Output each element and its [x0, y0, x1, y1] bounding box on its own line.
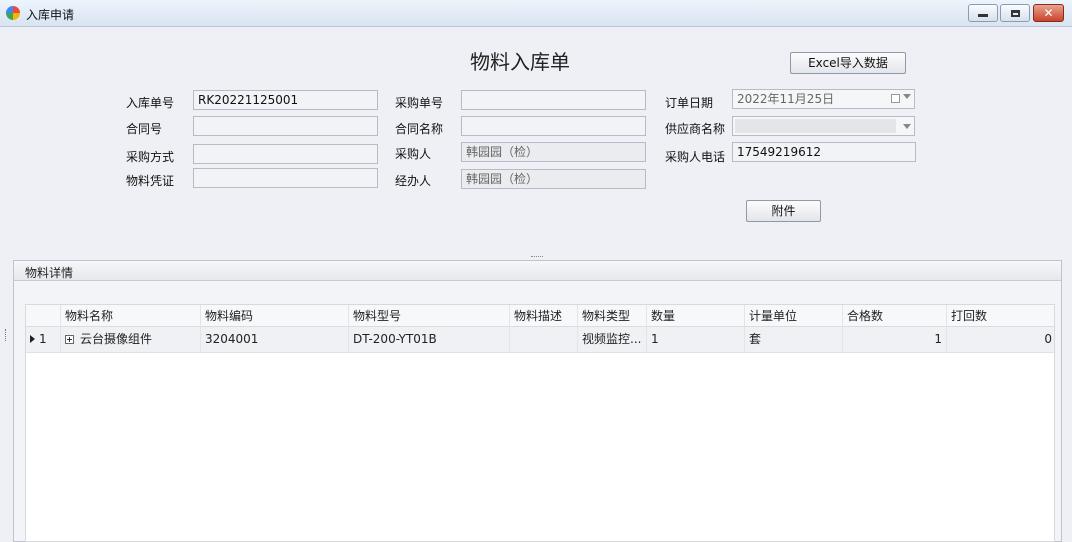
purchaser-label: 采购人 — [395, 147, 432, 161]
attachment-button[interactable]: 附件 — [746, 200, 821, 222]
row-index: 1 — [39, 332, 47, 346]
cell-returned[interactable]: 0 — [947, 327, 1054, 352]
purchase-method-label: 采购方式 — [126, 150, 175, 164]
material-voucher-label: 物料凭证 — [126, 174, 175, 188]
inbound-no-label: 入库单号 — [126, 96, 175, 110]
details-group-header: 物料详情 — [14, 261, 1061, 281]
cell-model[interactable]: DT-200-YT01B — [349, 327, 510, 352]
column-header-model[interactable]: 物料型号 — [349, 305, 510, 327]
column-header-code[interactable]: 物料编码 — [201, 305, 349, 327]
materials-grid: 物料名称 物料编码 物料型号 物料描述 物料类型 数量 计量单位 合格数 打回数… — [25, 304, 1055, 542]
minimize-button[interactable] — [968, 4, 998, 22]
calendar-icon[interactable] — [891, 94, 900, 103]
window-title: 入库申请 — [26, 8, 75, 22]
details-group-title: 物料详情 — [25, 266, 74, 280]
column-header-unit[interactable]: 计量单位 — [745, 305, 843, 327]
cell-code[interactable]: 3204001 — [201, 327, 349, 352]
handler-field[interactable]: 韩园园（检） — [461, 169, 646, 189]
expand-plus-icon[interactable] — [65, 335, 74, 344]
order-date-picker[interactable]: 2022年11月25日 — [732, 89, 915, 109]
row-indicator-icon — [30, 335, 35, 343]
column-header-qualified[interactable]: 合格数 — [843, 305, 947, 327]
material-voucher-field[interactable] — [193, 168, 378, 188]
chevron-down-icon[interactable] — [903, 94, 911, 99]
contract-name-field[interactable] — [461, 116, 646, 136]
contract-name-label: 合同名称 — [395, 122, 444, 136]
window-titlebar: 入库申请 ✕ — [0, 0, 1072, 27]
maximize-icon — [1010, 9, 1020, 17]
chevron-down-icon[interactable] — [903, 124, 911, 129]
order-date-value: 2022年11月25日 — [737, 92, 835, 106]
purchase-method-field[interactable] — [193, 144, 378, 164]
supplier-name-select[interactable] — [732, 116, 915, 136]
purchaser-phone-label: 采购人电话 — [665, 150, 726, 164]
purchaser-phone-field[interactable]: 17549219612 — [732, 142, 916, 162]
cell-type[interactable]: 视频监控... — [578, 327, 647, 352]
column-header-name[interactable]: 物料名称 — [61, 305, 201, 327]
cell-qualified[interactable]: 1 — [843, 327, 947, 352]
contract-no-field[interactable] — [193, 116, 378, 136]
cell-description[interactable] — [510, 327, 578, 352]
cell-name-text: 云台摄像组件 — [80, 332, 153, 346]
inbound-no-field[interactable]: RK20221125001 — [193, 90, 378, 110]
splitter-handle[interactable] — [531, 256, 543, 259]
column-header-quantity[interactable]: 数量 — [647, 305, 745, 327]
app-logo-icon — [6, 6, 20, 20]
maximize-button[interactable] — [1000, 4, 1030, 22]
close-icon: ✕ — [1043, 6, 1054, 20]
cell-unit[interactable]: 套 — [745, 327, 843, 352]
contract-no-label: 合同号 — [126, 122, 163, 136]
column-header-description[interactable]: 物料描述 — [510, 305, 578, 327]
grid-indicator-header — [26, 305, 61, 327]
purchaser-field[interactable]: 韩园园（检） — [461, 142, 646, 162]
side-splitter-handle[interactable] — [5, 329, 8, 341]
close-button[interactable]: ✕ — [1033, 4, 1064, 22]
cell-quantity[interactable]: 1 — [647, 327, 745, 352]
purchase-no-field[interactable] — [461, 90, 646, 110]
supplier-name-label: 供应商名称 — [665, 122, 726, 136]
supplier-name-value — [735, 119, 896, 133]
order-date-label: 订单日期 — [665, 96, 714, 110]
purchase-no-label: 采购单号 — [395, 96, 444, 110]
form-title: 物料入库单 — [470, 50, 570, 74]
cell-name[interactable]: 云台摄像组件 — [61, 327, 201, 352]
minimize-icon — [978, 14, 988, 17]
column-header-type[interactable]: 物料类型 — [578, 305, 647, 327]
column-header-returned[interactable]: 打回数 — [947, 305, 1054, 327]
excel-import-button[interactable]: Excel导入数据 — [790, 52, 906, 74]
handler-label: 经办人 — [395, 174, 432, 188]
row-indicator-cell[interactable]: 1 — [26, 327, 61, 352]
table-row[interactable]: 1 云台摄像组件 3204001 DT-200-YT01B 视频监控... 1 … — [26, 327, 1054, 353]
